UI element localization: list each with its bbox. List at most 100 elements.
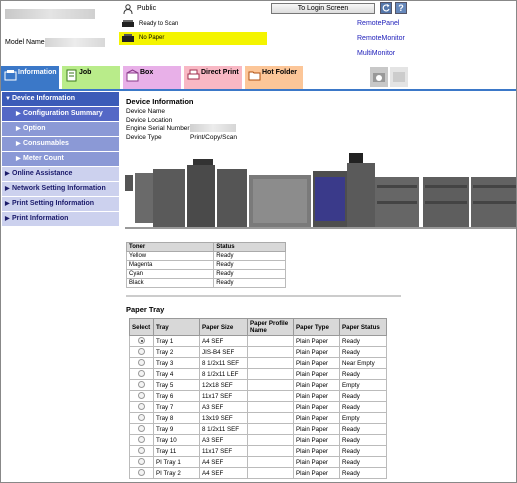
table-row[interactable]: Tray 1 A4 SEF Plain Paper Ready <box>129 335 387 347</box>
toner-status-header: Status <box>213 242 286 252</box>
paper-size: 8 1/2x11 LEF <box>199 368 248 380</box>
sidebar-item-label: Network Setting Information <box>12 185 106 192</box>
tab-information[interactable]: Information <box>1 66 59 89</box>
paper-size: A3 SEF <box>199 434 248 446</box>
remote-panel-link[interactable]: RemotePanel <box>357 20 399 27</box>
sidebar-item-consumables[interactable]: ▶ Consumables <box>2 137 119 152</box>
tray-select-radio[interactable] <box>138 392 145 400</box>
paper-status: Ready <box>339 335 387 347</box>
panel-icon <box>393 72 405 82</box>
tab-job[interactable]: Job <box>62 66 120 89</box>
sidebar-item-option[interactable]: ▶ Option <box>2 122 119 137</box>
multi-monitor-link[interactable]: MultiMonitor <box>357 50 395 57</box>
tray-name: Tray 3 <box>153 357 200 369</box>
remote-monitor-link[interactable]: RemoteMonitor <box>357 35 405 42</box>
tray-select-radio[interactable] <box>138 447 145 455</box>
table-row[interactable]: PI Tray 2 A4 SEF Plain Paper Ready <box>129 467 387 479</box>
device-type-value: Print/Copy/Scan <box>190 134 237 141</box>
tab-hot-folder[interactable]: Hot Folder <box>245 66 303 89</box>
select-header: Select <box>129 318 154 336</box>
select-cell <box>129 401 154 413</box>
tray-select-radio[interactable] <box>138 359 145 367</box>
tray-select-radio[interactable] <box>138 381 145 389</box>
sidebar-item-device-information[interactable]: ▼ Device Information <box>2 92 119 107</box>
table-row[interactable]: Tray 10 A3 SEF Plain Paper Ready <box>129 434 387 446</box>
tray-select-radio[interactable] <box>138 436 145 444</box>
tray-select-radio[interactable] <box>138 370 145 378</box>
refresh-icon <box>382 4 390 12</box>
table-row[interactable]: Tray 38 1/2x11 SEF Plain Paper Near Empty <box>129 357 387 369</box>
paper-size: 12x18 SEF <box>199 379 248 391</box>
scan-status: Ready to Scan <box>119 18 269 30</box>
sidebar-item-configuration-summary[interactable]: ▶ Configuration Summary <box>2 107 119 122</box>
table-row[interactable]: Tray 7 A3 SEF Plain Paper Ready <box>129 401 387 413</box>
model-name-value <box>45 38 105 47</box>
sidebar-item-network-setting-information[interactable]: ▶ Network Setting Information <box>2 182 119 197</box>
tray-select-radio[interactable] <box>138 469 145 477</box>
hot-folder-icon <box>248 71 261 81</box>
sidebar-item-print-setting-information[interactable]: ▶ Print Setting Information <box>2 197 119 212</box>
table-row[interactable]: Tray 2 JIS-B4 SEF Plain Paper Ready <box>129 346 387 358</box>
arrow-right-icon: ▶ <box>16 126 21 132</box>
tray-name: Tray 8 <box>153 412 200 424</box>
paper-profile-header: Paper Profile Name <box>247 318 294 336</box>
sidebar-item-meter-count[interactable]: ▶ Meter Count <box>2 152 119 167</box>
select-cell <box>129 390 154 402</box>
sidebar-item-online-assistance[interactable]: ▶ Online Assistance <box>2 167 119 182</box>
select-cell <box>129 467 154 479</box>
engine-serial-label: Engine Serial Number <box>126 125 190 132</box>
paper-type: Plain Paper <box>293 467 340 479</box>
paper-type: Plain Paper <box>293 412 340 424</box>
table-row[interactable]: Tray 6 11x17 SEF Plain Paper Ready <box>129 390 387 402</box>
model-name-label: Model Name <box>5 39 45 46</box>
paper-profile <box>247 467 294 479</box>
paper-type: Plain Paper <box>293 390 340 402</box>
tray-select-radio[interactable] <box>138 403 145 411</box>
table-row[interactable]: Tray 48 1/2x11 LEF Plain Paper Ready <box>129 368 387 380</box>
paper-size: 8 1/2x11 SEF <box>199 357 248 369</box>
table-row[interactable]: Tray 8 13x19 SEF Plain Paper Empty <box>129 412 387 424</box>
select-cell <box>129 412 154 424</box>
paper-status-header: Paper Status <box>339 318 387 336</box>
table-row[interactable]: PI Tray 1 A4 SEF Plain Paper Ready <box>129 456 387 468</box>
sidebar-item-label: Print Setting Information <box>12 200 95 207</box>
tab-direct-print-label: Direct Print <box>201 69 239 76</box>
panel-icon-button[interactable] <box>390 67 408 87</box>
tab-box-label: Box <box>140 69 154 76</box>
sidebar-item-label: Consumables <box>23 140 69 147</box>
brand-logo <box>5 9 95 19</box>
paper-status: Ready <box>339 434 387 446</box>
login-button[interactable]: To Login Screen <box>271 3 375 14</box>
paper-status: Ready <box>339 401 387 413</box>
table-row[interactable]: Tray 98 1/2x11 SEF Plain Paper Ready <box>129 423 387 435</box>
help-button[interactable]: ? <box>395 2 407 14</box>
paper-status-text: No Paper <box>139 35 165 41</box>
tray-select-radio[interactable] <box>138 414 145 422</box>
select-cell <box>129 335 154 347</box>
device-icon-button[interactable] <box>370 67 388 87</box>
tab-hot-folder-label: Hot Folder <box>262 69 297 76</box>
page-title: Device Information <box>126 97 194 106</box>
table-row[interactable]: Tray 11 11x17 SEF Plain Paper Ready <box>129 445 387 457</box>
select-cell <box>129 423 154 435</box>
tray-select-radio[interactable] <box>138 337 145 345</box>
arrow-right-icon: ▶ <box>5 216 10 222</box>
paper-type: Plain Paper <box>293 357 340 369</box>
tray-select-radio[interactable] <box>138 425 145 433</box>
sidebar-item-label: Device Information <box>12 95 76 102</box>
tray-select-radio[interactable] <box>138 348 145 356</box>
paper-size: 8 1/2x11 SEF <box>199 423 248 435</box>
paper-status: Near Empty <box>339 357 387 369</box>
tab-box[interactable]: Box <box>123 66 181 89</box>
tray-select-radio[interactable] <box>138 458 145 466</box>
paper-profile <box>247 368 294 380</box>
paper-size: A4 SEF <box>199 335 248 347</box>
arrow-right-icon: ▶ <box>16 141 21 147</box>
toner-status: Ready <box>213 278 286 288</box>
engine-serial-value <box>190 124 236 132</box>
paper-tray-title: Paper Tray <box>126 305 165 314</box>
refresh-button[interactable] <box>380 2 392 14</box>
table-row[interactable]: Tray 5 12x18 SEF Plain Paper Empty <box>129 379 387 391</box>
sidebar-item-print-information[interactable]: ▶ Print Information <box>2 212 119 227</box>
tab-direct-print[interactable]: Direct Print <box>184 66 242 89</box>
